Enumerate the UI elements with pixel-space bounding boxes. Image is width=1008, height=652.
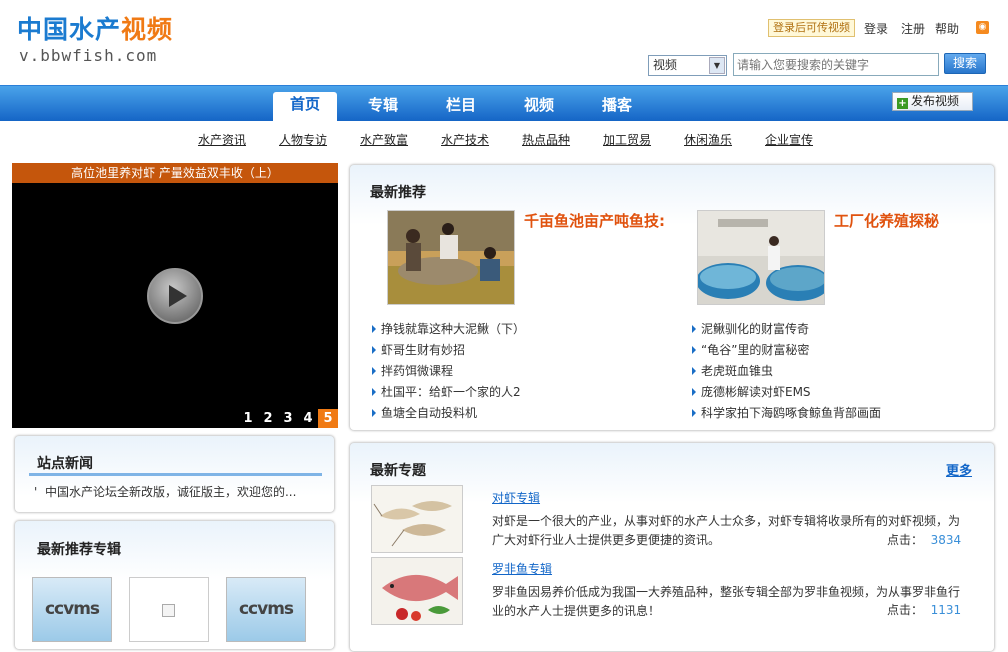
album-thumbnail[interactable]: ccvms [226,577,306,642]
list-item[interactable]: 拌药饵微课程 [372,362,453,379]
latest-topics-title: 最新专题 [370,463,426,479]
album-thumbnail[interactable] [129,577,209,642]
search-type-value: 视频 [653,58,678,72]
chevron-down-icon: ▼ [709,57,725,74]
featured-title[interactable]: 工厂化养殖探秘 [834,210,939,231]
search-input[interactable] [733,53,939,76]
clicks-label: 点击： [887,533,924,547]
player-page-5[interactable]: 5 [318,409,338,428]
player-page-2[interactable]: 2 [258,409,278,428]
subnav-trade[interactable]: 加工贸易 [603,131,651,148]
nav-albums[interactable]: 专辑 [351,93,415,121]
featured-thumbnail[interactable] [697,210,825,305]
broken-image-icon [162,604,175,617]
clicks-count: 3834 [930,533,962,547]
topic-name[interactable]: 罗非鱼专辑 [492,560,552,577]
topic-name[interactable]: 对虾专辑 [492,489,540,506]
featured-thumbnail[interactable] [387,210,515,305]
nav-columns[interactable]: 栏目 [429,93,493,121]
publish-video-button[interactable]: + 发布视频 [892,92,973,111]
list-item[interactable]: 虾哥生财有妙招 [372,341,465,358]
subnav-hot-species[interactable]: 热点品种 [522,131,570,148]
search-button[interactable]: 搜索 [944,53,986,74]
topic-thumbnail[interactable] [371,557,463,625]
subnav-interviews[interactable]: 人物专访 [279,131,327,148]
play-icon[interactable] [147,268,203,324]
logo-text-part2: 视频 [121,15,174,44]
search-type-select[interactable]: 视频 ▼ [648,55,727,76]
logo-text-part1: 中国水产 [17,15,122,44]
nav-videos[interactable]: 视频 [507,93,571,121]
login-link[interactable]: 登录 [864,20,888,37]
main-nav-bar [0,85,1008,121]
player-page-1[interactable]: 1 [238,409,258,428]
subnav-leisure[interactable]: 休闲渔乐 [684,131,732,148]
bullet-icon: ' [34,485,45,499]
register-link[interactable]: 注册 [901,20,925,37]
latest-recommend-title: 最新推荐 [370,185,426,201]
list-item[interactable]: 挣钱就靠这种大泥鳅（下） [372,320,525,337]
recommended-albums-title: 最新推荐专辑 [37,542,121,558]
subnav-enterprise[interactable]: 企业宣传 [765,131,813,148]
site-url: v.bbwfish.com [19,46,158,65]
clicks-label: 点击： [887,603,924,617]
list-item[interactable]: 泥鳅驯化的财富传奇 [692,320,809,337]
subnav-tech[interactable]: 水产技术 [441,131,489,148]
topic-clicks: 点击： 3834 [887,531,961,548]
player-title: 高位池里养对虾 产量效益双丰收（上） [12,163,338,183]
rss-icon[interactable]: ◉ [976,21,989,34]
nav-podcast[interactable]: 播客 [585,93,649,121]
list-item[interactable]: “龟谷”里的财富秘密 [692,341,809,358]
subnav-news[interactable]: 水产资讯 [198,131,246,148]
more-link[interactable]: 更多 [946,460,972,479]
clicks-count: 1131 [930,603,962,617]
site-logo[interactable]: 中国水产视频 [17,14,173,46]
divider [29,473,322,476]
list-item[interactable]: 科学家拍下海鸥啄食鲸鱼背部画面 [692,404,881,421]
site-news-title: 站点新闻 [37,456,93,472]
album-thumbnail[interactable]: ccvms [32,577,112,642]
publish-label: 发布视频 [911,94,960,108]
list-item[interactable]: 杜国平：给虾一个家的人2 [372,383,521,400]
topic-thumbnail[interactable] [371,485,463,553]
featured-title[interactable]: 千亩鱼池亩产吨鱼技: [524,210,665,231]
nav-home[interactable]: 首页 [273,92,337,122]
help-link[interactable]: 帮助 [935,20,959,37]
site-news-item[interactable]: ' 中国水产论坛全新改版，诚征版主，欢迎您的... [34,483,296,500]
list-item[interactable]: 老虎斑血锥虫 [692,362,773,379]
plus-icon: + [897,98,908,109]
topic-clicks: 点击： 1131 [887,601,961,618]
subnav-wealth[interactable]: 水产致富 [360,131,408,148]
list-item[interactable]: 鱼塘全自动投料机 [372,404,477,421]
site-news-item-text: 中国水产论坛全新改版，诚征版主，欢迎您的... [44,485,297,499]
player-page-3[interactable]: 3 [278,409,298,428]
login-hint-badge: 登录后可传视频 [768,19,855,37]
list-item[interactable]: 庞德彬解读对虾EMS [692,383,811,400]
player-page-4[interactable]: 4 [298,409,318,428]
